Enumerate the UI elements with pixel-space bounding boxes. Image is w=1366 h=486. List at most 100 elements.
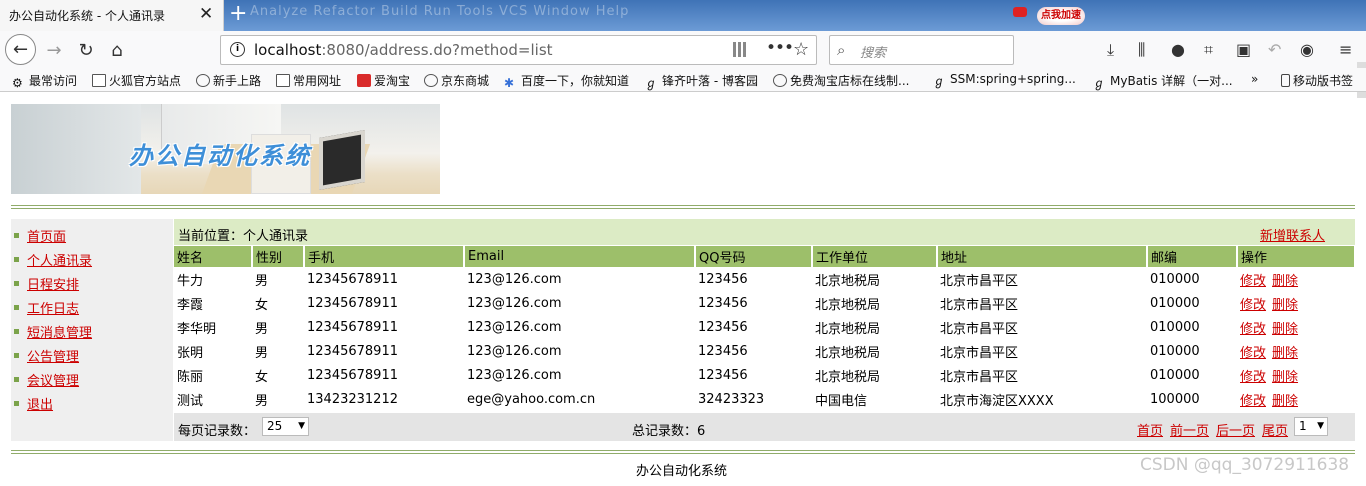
qr-code-icon[interactable]: [733, 42, 748, 57]
download-icon[interactable]: ⤓: [1107, 40, 1114, 60]
bookmark-star-icon[interactable]: ☆: [793, 39, 809, 60]
home-icon[interactable]: ⌂: [103, 36, 131, 64]
library-icon[interactable]: ⫼: [1138, 40, 1145, 60]
sidebar-item-meetings[interactable]: 会议管理: [14, 370, 79, 390]
url-bar[interactable]: i localhost:8080/address.do?method=list …: [220, 35, 817, 65]
site-info-icon[interactable]: i: [230, 42, 245, 57]
close-icon[interactable]: ✕: [199, 4, 213, 24]
table-cell: ege@yahoo.com.cn: [467, 391, 596, 407]
table-cell: 12345678911: [307, 367, 398, 383]
edit-link[interactable]: 修改: [1240, 274, 1266, 289]
gear-icon: ⚙: [12, 76, 23, 90]
account-icon[interactable]: ◉: [1300, 40, 1314, 59]
first-page-link[interactable]: 首页: [1137, 420, 1163, 439]
blog-icon: ℊ: [933, 74, 946, 88]
chat-icon[interactable]: ●: [1171, 40, 1185, 59]
bookmark-mybatis[interactable]: ℊ MyBatis 详解（一对...: [1093, 72, 1233, 90]
tab-active[interactable]: 办公自动化系统 - 个人通讯录 ✕: [0, 0, 224, 31]
bookmark-ssm[interactable]: ℊ SSM:spring+spring...: [933, 72, 1076, 88]
row-actions: 修改 删除: [1237, 339, 1355, 363]
bullet-icon: [14, 329, 19, 334]
sidebar-item-home[interactable]: 首页面: [14, 226, 66, 246]
page-select[interactable]: 1 ▼: [1294, 417, 1328, 436]
sidebar-item-notices[interactable]: 公告管理: [14, 346, 79, 366]
url-text[interactable]: localhost:8080/address.do?method=list: [254, 41, 553, 59]
bookmark-common-sites[interactable]: 常用网址: [276, 72, 341, 89]
bookmark-jd[interactable]: 京东商城: [424, 72, 489, 89]
edit-link[interactable]: 修改: [1240, 370, 1266, 385]
sidebar-item-worklog[interactable]: 工作日志: [14, 298, 79, 318]
sidebar-item-address-book[interactable]: 个人通讯录: [14, 250, 92, 270]
bullet-icon: [14, 305, 19, 310]
column-header: 邮编: [1147, 246, 1238, 267]
menu-icon[interactable]: ≡: [1339, 40, 1352, 59]
last-page-link[interactable]: 尾页: [1262, 420, 1288, 439]
bookmark-cnblogs[interactable]: ℊ 锋齐叶落 - 博客园: [645, 72, 758, 90]
per-page-label: 每页记录数：: [178, 424, 257, 439]
table-row: 李霞 女 12345678911 123@126.com 123456 北京地税局 北京市昌…: [174, 291, 1355, 315]
baidu-paw-icon: ✱: [504, 76, 515, 90]
edit-link[interactable]: 修改: [1240, 322, 1266, 337]
forward-icon[interactable]: →: [40, 36, 68, 64]
delete-link[interactable]: 删除: [1272, 394, 1298, 409]
bookmark-baidu[interactable]: ✱ 百度一下，你就知道: [504, 72, 629, 90]
bookmark-firefox-site[interactable]: 火狐官方站点: [92, 72, 181, 89]
footer-divider: [11, 450, 1355, 454]
delete-link[interactable]: 删除: [1272, 346, 1298, 361]
table-cell: 123456: [698, 295, 748, 311]
reload-icon[interactable]: ↻: [72, 36, 100, 64]
screenshot-icon[interactable]: ⌗: [1204, 40, 1213, 60]
bookmark-getting-started[interactable]: 新手上路: [196, 72, 261, 89]
column-header: 手机: [304, 246, 465, 267]
table-cell: 李华明: [177, 321, 217, 337]
undo-icon[interactable]: ↶: [1268, 40, 1281, 59]
table-cell: 010000: [1150, 367, 1200, 383]
per-page-select[interactable]: 25 ▼: [262, 417, 309, 436]
table-cell: 123@126.com: [467, 367, 562, 383]
bullet-icon: [14, 257, 19, 262]
back-icon[interactable]: ←: [5, 34, 36, 65]
bookmark-most-visited[interactable]: ⚙ 最常访问: [12, 72, 77, 90]
page-actions-icon[interactable]: •••: [766, 38, 794, 58]
bullet-icon: [14, 353, 19, 358]
column-header: 操作: [1237, 246, 1356, 267]
table-cell: 男: [255, 321, 269, 337]
table-row: 牛力 男 12345678911 123@126.com 123456 北京地税局 北京市昌…: [174, 267, 1355, 291]
prev-page-link[interactable]: 前一页: [1170, 420, 1209, 439]
bookmark-taobao-logo[interactable]: 免费淘宝店标在线制...: [773, 72, 909, 89]
bookmark-mobile[interactable]: 移动版书签: [1281, 72, 1353, 89]
folder-icon: [92, 74, 106, 87]
delete-link[interactable]: 删除: [1272, 322, 1298, 337]
sidebar-icon[interactable]: ▣: [1236, 40, 1251, 59]
table-cell: 12345678911: [307, 295, 398, 311]
sidebar-item-messages[interactable]: 短消息管理: [14, 322, 92, 342]
table-cell: 北京市昌平区: [940, 345, 1019, 361]
blog-icon: ℊ: [1093, 76, 1106, 90]
edit-link[interactable]: 修改: [1240, 394, 1266, 409]
table-cell: 100000: [1150, 391, 1200, 407]
delete-link[interactable]: 删除: [1272, 370, 1298, 385]
bookmark-aitaobao[interactable]: 爱淘宝: [357, 72, 410, 89]
bookmarks-bar: ⚙ 最常访问 火狐官方站点 新手上路 常用网址 爱淘宝 京东商城 ✱ 百度一下，你就…: [0, 68, 1366, 92]
sidebar-item-logout[interactable]: 退出: [14, 394, 53, 414]
delete-link[interactable]: 删除: [1272, 298, 1298, 313]
ad-leaf-icon: [1013, 7, 1027, 17]
sidebar-item-schedule[interactable]: 日程安排: [14, 274, 79, 294]
add-contact-link[interactable]: 新增联系人: [1260, 225, 1325, 244]
column-header: QQ号码: [695, 246, 813, 267]
table-cell: 男: [255, 393, 269, 409]
column-header: 地址: [937, 246, 1148, 267]
edit-link[interactable]: 修改: [1240, 298, 1266, 313]
delete-link[interactable]: 删除: [1272, 274, 1298, 289]
table-cell: 010000: [1150, 343, 1200, 359]
next-page-link[interactable]: 后一页: [1216, 420, 1255, 439]
edit-link[interactable]: 修改: [1240, 346, 1266, 361]
speed-up-ad[interactable]: 点我加速: [1037, 7, 1085, 25]
table-cell: 男: [255, 345, 269, 361]
bullet-icon: [14, 233, 19, 238]
new-tab-icon[interactable]: +: [229, 0, 247, 28]
column-header: Email: [464, 246, 696, 267]
bookmarks-overflow-icon[interactable]: »: [1251, 72, 1258, 86]
search-input[interactable]: ⌕ 搜索: [829, 35, 1014, 65]
table-cell: 北京地税局: [815, 273, 881, 289]
